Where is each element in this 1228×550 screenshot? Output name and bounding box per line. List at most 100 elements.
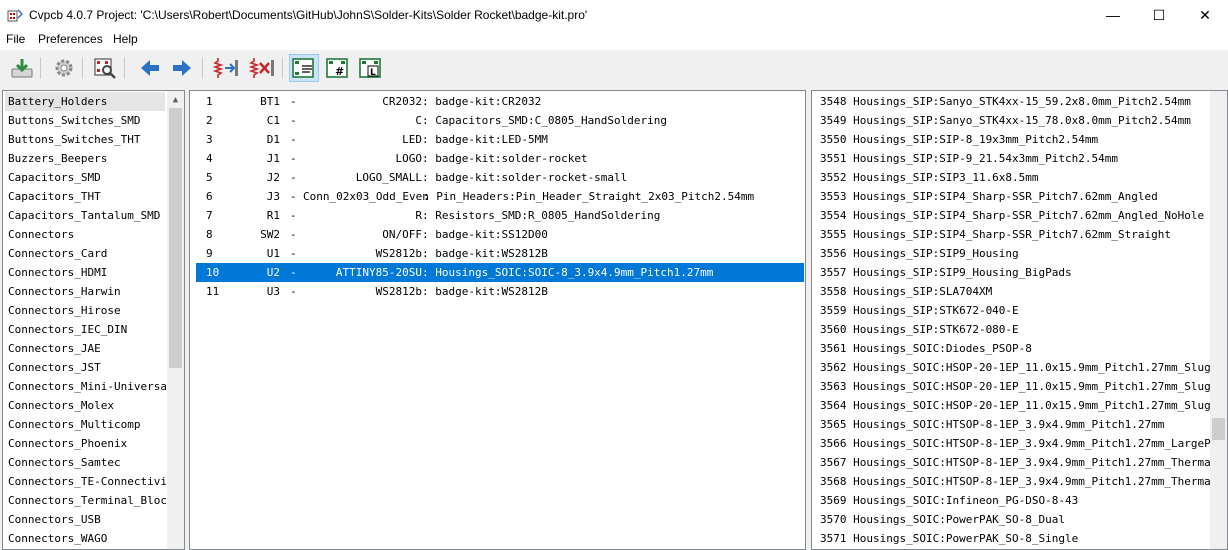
menu-file[interactable]: File (6, 32, 25, 46)
footprint-item[interactable]: 3552 Housings_SIP:SIP3_11.6x8.5mm (820, 168, 1212, 187)
maximize-icon: ☐ (1152, 6, 1166, 23)
library-item[interactable]: Capacitors_Tantalum_SMD (8, 206, 166, 225)
filter-by-library-button[interactable]: L (357, 55, 385, 81)
footprint-item[interactable]: 3551 Housings_SIP:SIP-9_21.54x3mm_Pitch2… (820, 149, 1212, 168)
library-item[interactable]: Connectors_Card (8, 244, 166, 263)
component-value: LED (402, 133, 422, 146)
footprint-item[interactable]: 3550 Housings_SIP:SIP-8_19x3mm_Pitch2.54… (820, 130, 1212, 149)
menu-preferences[interactable]: Preferences (38, 32, 103, 46)
library-scroll-thumb[interactable] (169, 108, 182, 368)
view-footprint-button[interactable] (92, 55, 118, 81)
component-footprint: : Resistors_SMD:R_0805_HandSoldering (422, 209, 661, 222)
save-button[interactable] (9, 55, 35, 81)
footprint-list[interactable]: 3548 Housings_SIP:Sanyo_STK4xx-15_59.2x8… (811, 90, 1228, 550)
component-row[interactable]: 9 U1- WS2812b: badge-kit:WS2812B (196, 244, 804, 263)
scroll-up-icon[interactable]: ▲ (167, 91, 184, 108)
footprint-item[interactable]: 3559 Housings_SIP:STK672-040-E (820, 301, 1212, 320)
close-button[interactable]: ✕ (1182, 0, 1228, 30)
footprint-item[interactable]: 3556 Housings_SIP:SIP9_Housing (820, 244, 1212, 263)
menu-help[interactable]: Help (113, 32, 138, 46)
library-item[interactable]: Connectors_Samtec (8, 453, 166, 472)
component-row[interactable]: 4 J1- LOGO: badge-kit:solder-rocket (196, 149, 804, 168)
component-footprint: : badge-kit:solder-rocket-small (422, 171, 628, 184)
filter-by-pin-count-button[interactable]: # (324, 55, 352, 81)
component-index: 7 (206, 209, 213, 222)
footprint-scroll-thumb[interactable] (1212, 418, 1225, 440)
settings-button[interactable] (51, 55, 77, 81)
footprint-item[interactable]: 3553 Housings_SIP:SIP4_Sharp-SSR_Pitch7.… (820, 187, 1212, 206)
footprint-item[interactable]: 3561 Housings_SOIC:Diodes_PSOP-8 (820, 339, 1212, 358)
auto-associate-button[interactable] (213, 55, 239, 81)
component-reference: J2 (266, 171, 280, 184)
footprint-item[interactable]: 3571 Housings_SOIC:PowerPAK_SO-8_Single (820, 529, 1212, 548)
component-row[interactable]: 8 SW2- ON/OFF: badge-kit:SS12D00 (196, 225, 804, 244)
svg-text:L: L (370, 68, 376, 78)
footprint-item[interactable]: 3564 Housings_SOIC:HSOP-20-1EP_11.0x15.9… (820, 396, 1212, 415)
footprint-item[interactable]: 3554 Housings_SIP:SIP4_Sharp-SSR_Pitch7.… (820, 206, 1212, 225)
library-item[interactable]: Capacitors_SMD (8, 168, 166, 187)
footprint-item[interactable]: 3562 Housings_SOIC:HSOP-20-1EP_11.0x15.9… (820, 358, 1212, 377)
library-scrollbar[interactable]: ▲ (167, 91, 184, 549)
library-item[interactable]: Connectors_Harwin (8, 282, 166, 301)
component-row[interactable]: 3 D1- LED: badge-kit:LED-5MM (196, 130, 804, 149)
library-item[interactable]: Connectors (8, 225, 166, 244)
footprint-item[interactable]: 3548 Housings_SIP:Sanyo_STK4xx-15_59.2x8… (820, 92, 1212, 111)
component-row[interactable]: 7 R1- R: Resistors_SMD:R_0805_HandSolderin… (196, 206, 804, 225)
library-item[interactable]: Capacitors_THT (8, 187, 166, 206)
component-row[interactable]: 11 U3- WS2812b: badge-kit:WS2812B (196, 282, 804, 301)
footprint-item[interactable]: 3569 Housings_SOIC:Infineon_PG-DSO-8-43 (820, 491, 1212, 510)
component-value: WS2812b (375, 247, 422, 260)
footprint-item[interactable]: 3570 Housings_SOIC:PowerPAK_SO-8_Dual (820, 510, 1212, 529)
component-reference: D1 (266, 133, 280, 146)
footprint-item[interactable]: 3567 Housings_SOIC:HTSOP-8-1EP_3.9x4.9mm… (820, 453, 1212, 472)
component-row[interactable]: 6 J3- Conn_02x03_Odd_Even: Pin_Headers:Pin… (196, 187, 804, 206)
library-item[interactable]: Connectors_JAE (8, 339, 166, 358)
library-item[interactable]: Connectors_Molex (8, 396, 166, 415)
component-reference: J3 (266, 190, 280, 203)
library-item[interactable]: Connectors_Mini-Universal (8, 377, 166, 396)
component-footprint: : badge-kit:SS12D00 (422, 228, 548, 241)
component-list[interactable]: 1 BT1- CR2032: badge-kit:CR2032 2 C1- C: Capa… (189, 90, 806, 550)
library-item[interactable]: Connectors_JST (8, 358, 166, 377)
component-footprint: : Housings_SOIC:SOIC-8_3.9x4.9mm_Pitch1.… (422, 266, 714, 279)
library-item[interactable]: Connectors_TE-Connectivity (8, 472, 166, 491)
footprint-item[interactable]: 3557 Housings_SIP:SIP9_Housing_BigPads (820, 263, 1212, 282)
delete-associations-button[interactable] (249, 55, 275, 81)
library-item[interactable]: Buzzers_Beepers (8, 149, 166, 168)
footprint-scrollbar[interactable] (1210, 91, 1227, 549)
filter-by-keyword-button[interactable] (289, 54, 319, 82)
library-item[interactable]: Connectors_WAGO (8, 529, 166, 548)
footprint-item[interactable]: 3563 Housings_SOIC:HSOP-20-1EP_11.0x15.9… (820, 377, 1212, 396)
maximize-button[interactable]: ☐ (1136, 0, 1182, 30)
footprint-item[interactable]: 3549 Housings_SIP:Sanyo_STK4xx-15_78.0x8… (820, 111, 1212, 130)
previous-button[interactable] (137, 55, 163, 81)
library-item[interactable]: Connectors_Terminal_Blocks (8, 491, 166, 510)
component-separator: - (290, 190, 297, 203)
minimize-button[interactable]: — (1090, 0, 1136, 30)
footprint-item[interactable]: 3560 Housings_SIP:STK672-080-E (820, 320, 1212, 339)
footprint-item[interactable]: 3566 Housings_SOIC:HTSOP-8-1EP_3.9x4.9mm… (820, 434, 1212, 453)
library-item[interactable]: Connectors_HDMI (8, 263, 166, 282)
next-button[interactable] (169, 55, 195, 81)
library-item[interactable]: Connectors_USB (8, 510, 166, 529)
component-row[interactable]: 2 C1- C: Capacitors_SMD:C_0805_HandSolderi… (196, 111, 804, 130)
library-item[interactable]: Buttons_Switches_SMD (8, 111, 166, 130)
library-item[interactable]: Connectors_Hirose (8, 301, 166, 320)
library-item[interactable]: Buttons_Switches_THT (8, 130, 166, 149)
component-row[interactable]: 1 BT1- CR2032: badge-kit:CR2032 (196, 92, 804, 111)
component-index: 6 (206, 190, 213, 203)
component-row[interactable]: 10 U2- ATTINY85-20SU: Housings_SOIC:SOIC-8… (196, 263, 804, 282)
library-item[interactable]: Battery_Holders (5, 92, 165, 111)
footprint-item[interactable]: 3555 Housings_SIP:SIP4_Sharp-SSR_Pitch7.… (820, 225, 1212, 244)
library-item[interactable]: Connectors_IEC_DIN (8, 320, 166, 339)
settings-icon (55, 59, 73, 77)
footprint-item[interactable]: 3565 Housings_SOIC:HTSOP-8-1EP_3.9x4.9mm… (820, 415, 1212, 434)
component-value: R (415, 209, 422, 222)
library-list[interactable]: Battery_Holders Buttons_Switches_SMD Butto… (2, 90, 185, 550)
component-row[interactable]: 5 J2- LOGO_SMALL: badge-kit:solder-rocket-… (196, 168, 804, 187)
library-item[interactable]: Connectors_Phoenix (8, 434, 166, 453)
footprint-item[interactable]: 3568 Housings_SOIC:HTSOP-8-1EP_3.9x4.9mm… (820, 472, 1212, 491)
footprint-item[interactable]: 3558 Housings_SIP:SLA704XM (820, 282, 1212, 301)
library-item[interactable]: Connectors_Multicomp (8, 415, 166, 434)
menu-bar: File Preferences Help (0, 30, 1228, 50)
